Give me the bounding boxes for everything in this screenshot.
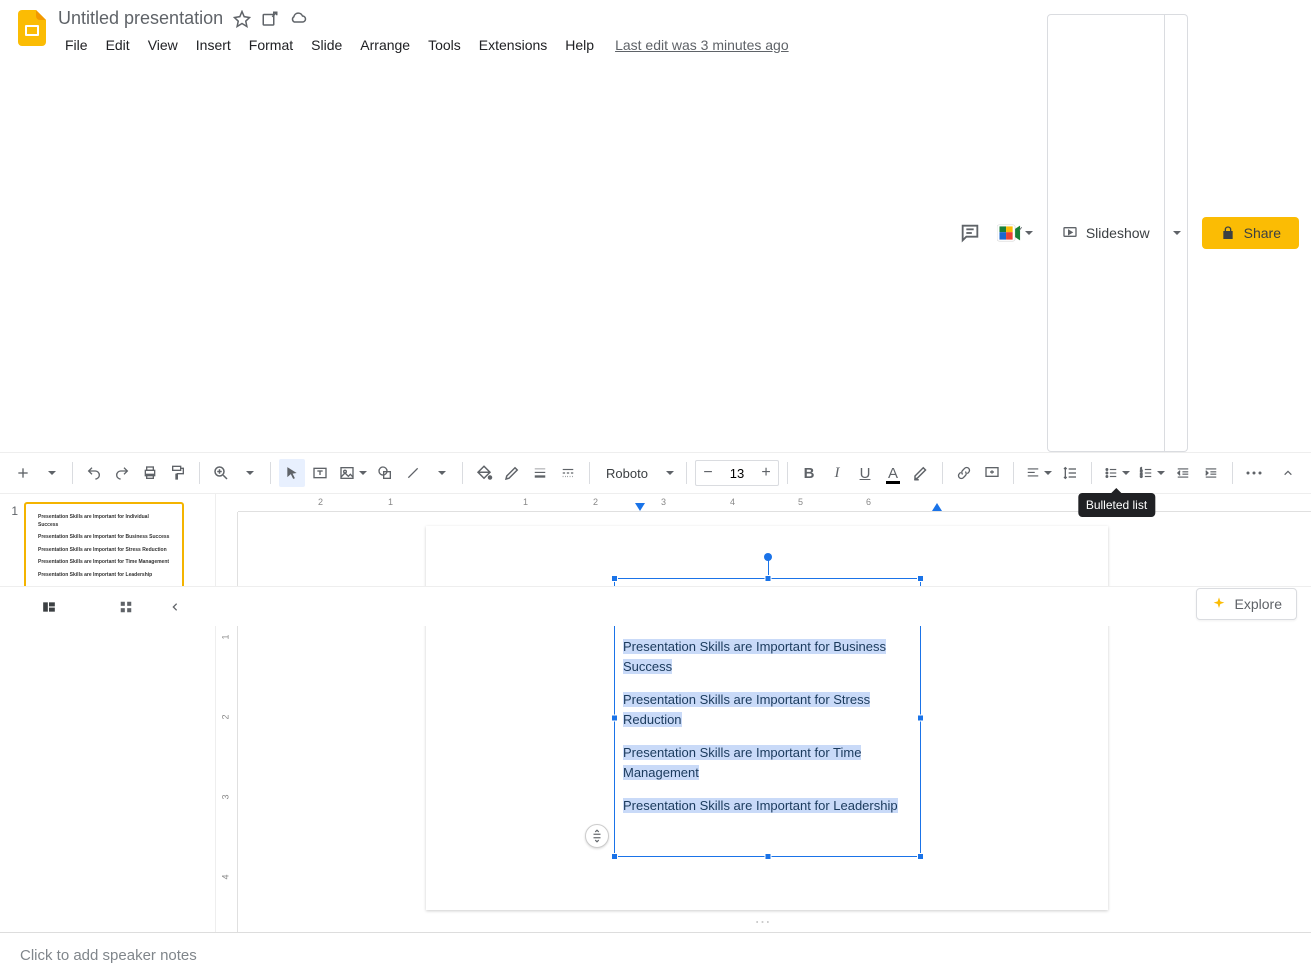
resize-handle[interactable]: [764, 853, 771, 860]
numbered-list-button[interactable]: 123: [1135, 459, 1168, 487]
zoom-button[interactable]: [208, 459, 234, 487]
redo-button[interactable]: [109, 459, 135, 487]
comment-button[interactable]: [979, 459, 1005, 487]
cloud-status-icon[interactable]: [289, 10, 307, 28]
font-select[interactable]: Roboto: [598, 460, 678, 486]
bold-button[interactable]: B: [796, 459, 822, 487]
slide-thumbnail[interactable]: Presentation Skills are Important for In…: [24, 502, 184, 592]
resize-handle[interactable]: [611, 575, 618, 582]
main-area: 1 Presentation Skills are Important for …: [0, 494, 1311, 932]
collapse-panel-icon[interactable]: [154, 600, 180, 614]
menu-edit[interactable]: Edit: [99, 33, 137, 57]
textbox-tool[interactable]: [307, 459, 333, 487]
explore-icon: [1211, 596, 1227, 612]
menu-format[interactable]: Format: [242, 33, 300, 57]
undo-button[interactable]: [81, 459, 107, 487]
canvas-area[interactable]: 2 1 1 2 3 4 5 6 1 2 3 4: [216, 494, 1311, 932]
menu-view[interactable]: View: [141, 33, 185, 57]
header: Untitled presentation File Edit View Ins…: [0, 0, 1311, 452]
share-button[interactable]: Share: [1202, 217, 1299, 249]
collapse-toolbar-button[interactable]: [1275, 459, 1301, 487]
text-color-button[interactable]: A: [880, 459, 906, 487]
rotate-handle[interactable]: [764, 553, 772, 561]
border-color-button[interactable]: [499, 459, 525, 487]
menu-arrange[interactable]: Arrange: [353, 33, 417, 57]
italic-button[interactable]: I: [824, 459, 850, 487]
last-edit-link[interactable]: Last edit was 3 minutes ago: [615, 37, 789, 53]
bottom-bar: Explore: [0, 586, 1311, 626]
fill-color-button[interactable]: [471, 459, 497, 487]
menu-tools[interactable]: Tools: [421, 33, 468, 57]
notes-resize-handle[interactable]: ⋯: [755, 912, 773, 932]
image-tool[interactable]: [335, 459, 370, 487]
menubar: File Edit View Insert Format Slide Arran…: [58, 33, 957, 57]
filmstrip-view-icon[interactable]: [40, 600, 58, 614]
autofit-handle-icon[interactable]: [585, 824, 609, 848]
bulleted-list-button[interactable]: Bulleted list: [1100, 459, 1133, 487]
font-size-input[interactable]: [720, 466, 754, 481]
ruler-vertical: 1 2 3 4: [216, 512, 238, 932]
explore-button[interactable]: Explore: [1196, 588, 1297, 620]
move-icon[interactable]: [261, 10, 279, 28]
resize-handle[interactable]: [917, 853, 924, 860]
paint-format-button[interactable]: [165, 459, 191, 487]
menu-file[interactable]: File: [58, 33, 95, 57]
toolbar: Roboto − + B I U A Bulleted list 123: [0, 452, 1311, 494]
comments-icon[interactable]: [957, 220, 983, 246]
border-weight-button[interactable]: [527, 459, 553, 487]
menu-slide[interactable]: Slide: [304, 33, 349, 57]
link-button[interactable]: [951, 459, 977, 487]
align-button[interactable]: [1022, 459, 1055, 487]
menu-extensions[interactable]: Extensions: [472, 33, 554, 57]
shape-tool[interactable]: [372, 459, 398, 487]
grid-view-icon[interactable]: [118, 600, 134, 614]
meet-icon[interactable]: [997, 219, 1033, 247]
zoom-dropdown[interactable]: [236, 459, 262, 487]
indent-decrease-button[interactable]: [1170, 459, 1196, 487]
tooltip-bulleted-list: Bulleted list: [1078, 493, 1155, 517]
resize-handle[interactable]: [611, 714, 618, 721]
underline-button[interactable]: U: [852, 459, 878, 487]
font-size-stepper: − +: [695, 460, 779, 486]
speaker-notes[interactable]: Click to add speaker notes: [0, 932, 1311, 978]
menu-help[interactable]: Help: [558, 33, 601, 57]
line-spacing-button[interactable]: [1057, 459, 1083, 487]
highlight-button[interactable]: [908, 459, 934, 487]
border-dash-button[interactable]: [555, 459, 581, 487]
indent-increase-button[interactable]: [1198, 459, 1224, 487]
print-button[interactable]: [137, 459, 163, 487]
menu-insert[interactable]: Insert: [189, 33, 238, 57]
resize-handle[interactable]: [917, 575, 924, 582]
line-tool[interactable]: [400, 459, 426, 487]
resize-handle[interactable]: [917, 714, 924, 721]
slideshow-dropdown[interactable]: [1165, 14, 1188, 452]
font-size-minus[interactable]: −: [696, 461, 720, 485]
slideshow-button[interactable]: Slideshow: [1047, 14, 1165, 452]
new-slide-button[interactable]: [10, 459, 36, 487]
slideshow-label: Slideshow: [1086, 225, 1150, 241]
resize-handle[interactable]: [764, 575, 771, 582]
new-slide-dropdown[interactable]: [38, 459, 64, 487]
doc-title[interactable]: Untitled presentation: [58, 8, 223, 29]
slides-logo-icon[interactable]: [12, 8, 52, 48]
font-size-plus[interactable]: +: [754, 461, 778, 485]
slide-canvas[interactable]: Presentation Skills are Important for In…: [426, 526, 1108, 910]
explore-label: Explore: [1235, 596, 1282, 612]
slide-number: 1: [0, 502, 24, 932]
resize-handle[interactable]: [611, 853, 618, 860]
more-button[interactable]: [1241, 459, 1267, 487]
slide-panel: 1 Presentation Skills are Important for …: [0, 494, 216, 932]
line-dropdown[interactable]: [428, 459, 454, 487]
select-tool[interactable]: [279, 459, 305, 487]
svg-text:3: 3: [1140, 474, 1143, 479]
share-label: Share: [1244, 225, 1281, 241]
star-icon[interactable]: [233, 10, 251, 28]
